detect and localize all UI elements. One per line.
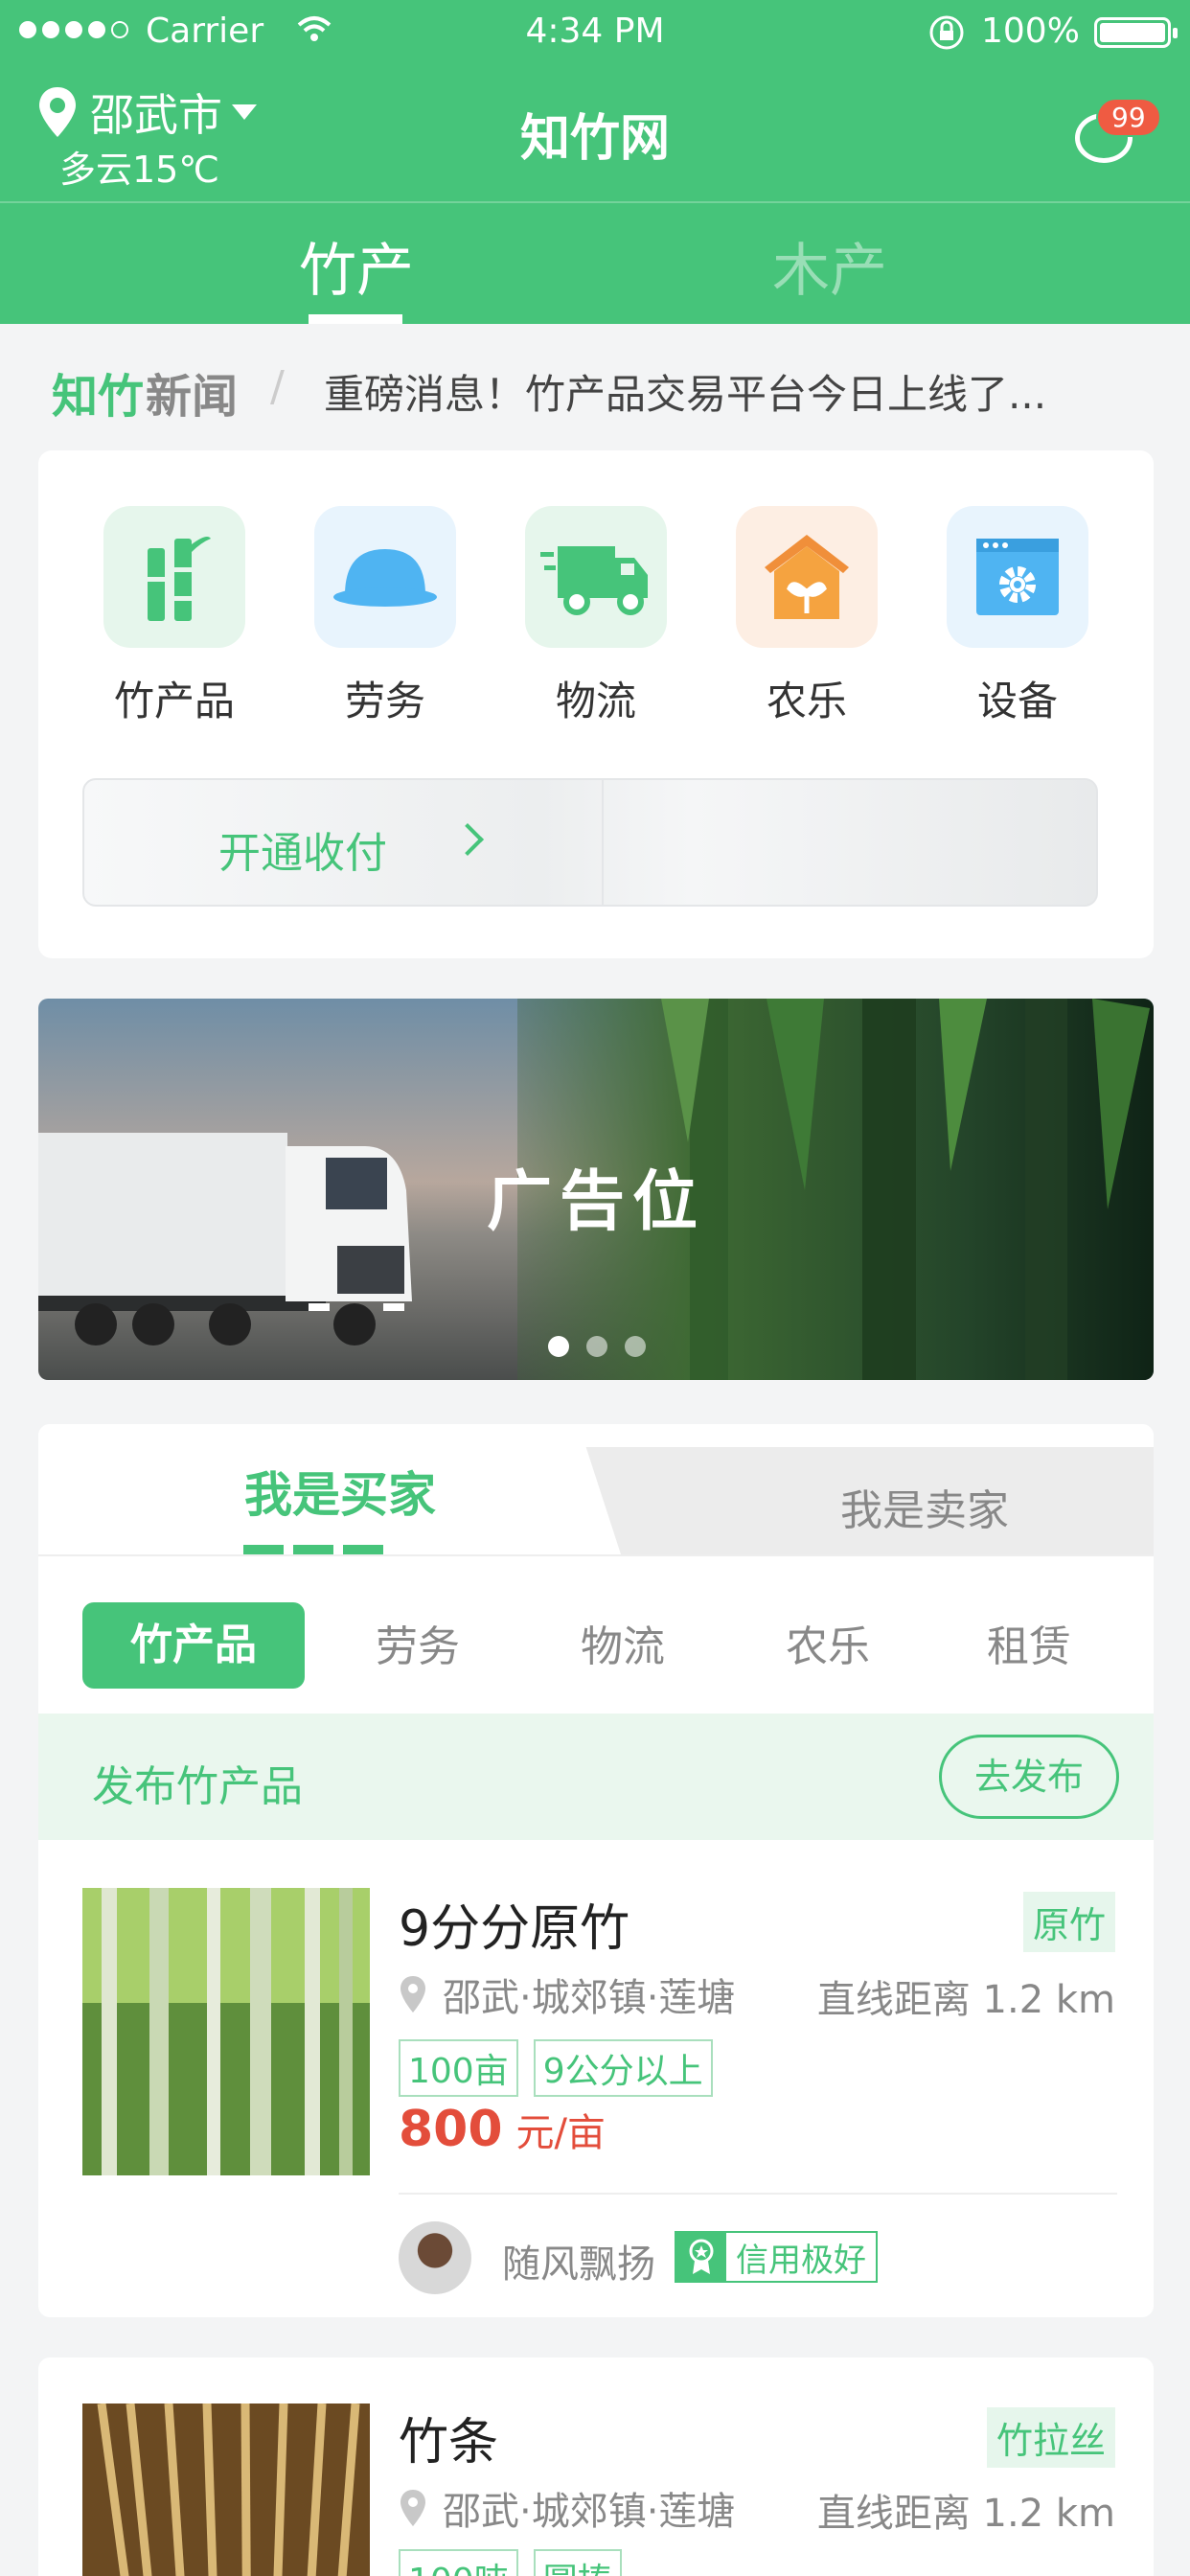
category-equipment[interactable]: 设备 (947, 506, 1088, 727)
category-label: 劳务 (344, 678, 425, 724)
product-image (82, 2404, 370, 2576)
product-location: 邵武·城郊镇·莲塘 (399, 2480, 735, 2536)
category-label: 设备 (976, 678, 1058, 724)
tab-bamboo[interactable]: 竹产 (299, 224, 414, 308)
category-label: 农乐 (766, 678, 847, 724)
ad-banner[interactable]: 广告位 (38, 999, 1154, 1380)
divider (399, 2193, 1117, 2195)
truck-icon (525, 506, 667, 648)
spec-tags: 100亩 9公分以上 (399, 2039, 713, 2097)
farm-house-icon (736, 506, 878, 648)
price: 800 元/亩 (399, 2101, 606, 2158)
credit-text: 信用极好 (736, 2241, 866, 2280)
product-category-tag: 竹拉丝 (986, 2407, 1115, 2468)
product-location: 邵武·城郊镇·莲塘 (399, 1966, 735, 2022)
header-divider (0, 201, 1190, 203)
listing-card: 我是卖家 我是买家 竹产品 劳务 物流 农乐 租赁 发布竹产品 去发布 9分分原… (38, 1424, 1154, 2317)
bamboo-icon (103, 506, 245, 648)
news-label-brand: 知竹 (52, 370, 145, 424)
category-card: 竹产品 劳务 物流 农乐 设备 开通收付 (38, 450, 1154, 958)
location-text: 邵武·城郊镇·莲塘 (443, 1976, 736, 2020)
category-bamboo[interactable]: 竹产品 (103, 506, 245, 727)
spec-tags: 100吨 圆捧 (399, 2549, 622, 2576)
product-image (82, 1888, 370, 2175)
subtab-bamboo-products[interactable]: 竹产品 (82, 1602, 305, 1689)
carousel-dot[interactable] (586, 1336, 607, 1357)
message-button[interactable]: 99 (1073, 98, 1161, 167)
distance-text: 直线距离 1.2 km (816, 2492, 1115, 2536)
location-pin-icon (400, 1976, 425, 2012)
divider (38, 1554, 1154, 1556)
carousel-dots (548, 1336, 646, 1357)
list-item[interactable]: 9分分原竹 原竹 邵武·城郊镇·莲塘 直线距离 1.2 km 100亩 9公分以… (38, 1840, 1154, 2317)
category-logistics[interactable]: 物流 (525, 506, 667, 727)
credit-badge: 信用极好 (675, 2231, 878, 2283)
publish-button[interactable]: 去发布 (939, 1735, 1119, 1819)
spec-tag: 9公分以上 (533, 2039, 713, 2097)
buyer-tab-indicator (243, 1545, 389, 1554)
tab-seller[interactable]: 我是卖家 (623, 1476, 1154, 1537)
spec-tag: 100吨 (399, 2549, 518, 2576)
product-name: 竹条 (399, 2414, 499, 2472)
price-unit: 元/亩 (515, 2111, 606, 2155)
battery-icon (1094, 17, 1178, 48)
hard-hat-icon (314, 506, 456, 648)
price-value: 800 (399, 2101, 503, 2158)
list-item-content: 竹条 竹拉丝 邵武·城郊镇·莲塘 直线距离 1.2 km 100吨 圆捧 (38, 2358, 1154, 2576)
subtab-rental[interactable]: 租赁 (987, 1612, 1071, 1673)
carousel-dot[interactable] (625, 1336, 646, 1357)
publish-bar: 发布竹产品 去发布 (38, 1714, 1154, 1840)
tab-buyer[interactable]: 我是买家 (38, 1457, 642, 1526)
product-category-tag: 原竹 (1022, 1892, 1115, 1952)
category-label: 竹产品 (113, 678, 235, 724)
open-payment-label: 开通收付 (218, 829, 387, 878)
carousel-dot[interactable] (548, 1336, 569, 1357)
category-labor[interactable]: 劳务 (314, 506, 456, 727)
distance-text: 直线距离 1.2 km (816, 1978, 1115, 2022)
open-payment-banner[interactable]: 开通收付 (82, 778, 1098, 907)
medal-icon (676, 2233, 726, 2281)
list-item[interactable]: 竹条 竹拉丝 邵武·城郊镇·莲塘 直线距离 1.2 km 100吨 圆捧 (38, 2358, 1154, 2576)
news-separator: / (270, 362, 285, 411)
chevron-right-icon (451, 823, 484, 856)
message-badge: 99 (1096, 98, 1161, 137)
news-headline[interactable]: 重磅消息！竹产品交易平台今日上线了... (324, 362, 1046, 421)
rotation-lock-icon (929, 15, 964, 50)
tab-wood[interactable]: 木产 (772, 224, 887, 308)
battery-percent: 100% (981, 12, 1080, 51)
avatar[interactable] (399, 2221, 471, 2294)
spec-tag: 100亩 (399, 2039, 518, 2097)
subtab-labor[interactable]: 劳务 (376, 1612, 460, 1673)
banner-title: 广告位 (486, 1164, 705, 1240)
news-ticker[interactable]: 知竹 新闻 / 重磅消息！竹产品交易平台今日上线了... (0, 324, 1190, 450)
category-label: 物流 (555, 678, 636, 724)
news-label-news: 新闻 (146, 370, 239, 424)
status-bar: Carrier 4:34 PM 100% (0, 0, 1190, 65)
location-pin-icon (400, 2490, 425, 2526)
equipment-gear-icon (947, 506, 1088, 648)
subtab-logistics[interactable]: 物流 (581, 1612, 665, 1673)
app-title: 知竹网 (519, 110, 670, 168)
product-name: 9分分原竹 (399, 1900, 630, 1958)
spec-tag: 圆捧 (533, 2549, 622, 2576)
category-agritourism[interactable]: 农乐 (736, 506, 878, 727)
publish-label: 发布竹产品 (92, 1762, 303, 1811)
subtab-agritourism[interactable]: 农乐 (786, 1612, 870, 1673)
app-header: Carrier 4:34 PM 100% 邵武市 多云15℃ 知竹网 99 竹产… (0, 0, 1190, 324)
seller-name[interactable]: 随风飘扬 (502, 2233, 655, 2288)
location-text: 邵武·城郊镇·莲塘 (443, 2490, 736, 2534)
active-tab-indicator (309, 314, 402, 324)
